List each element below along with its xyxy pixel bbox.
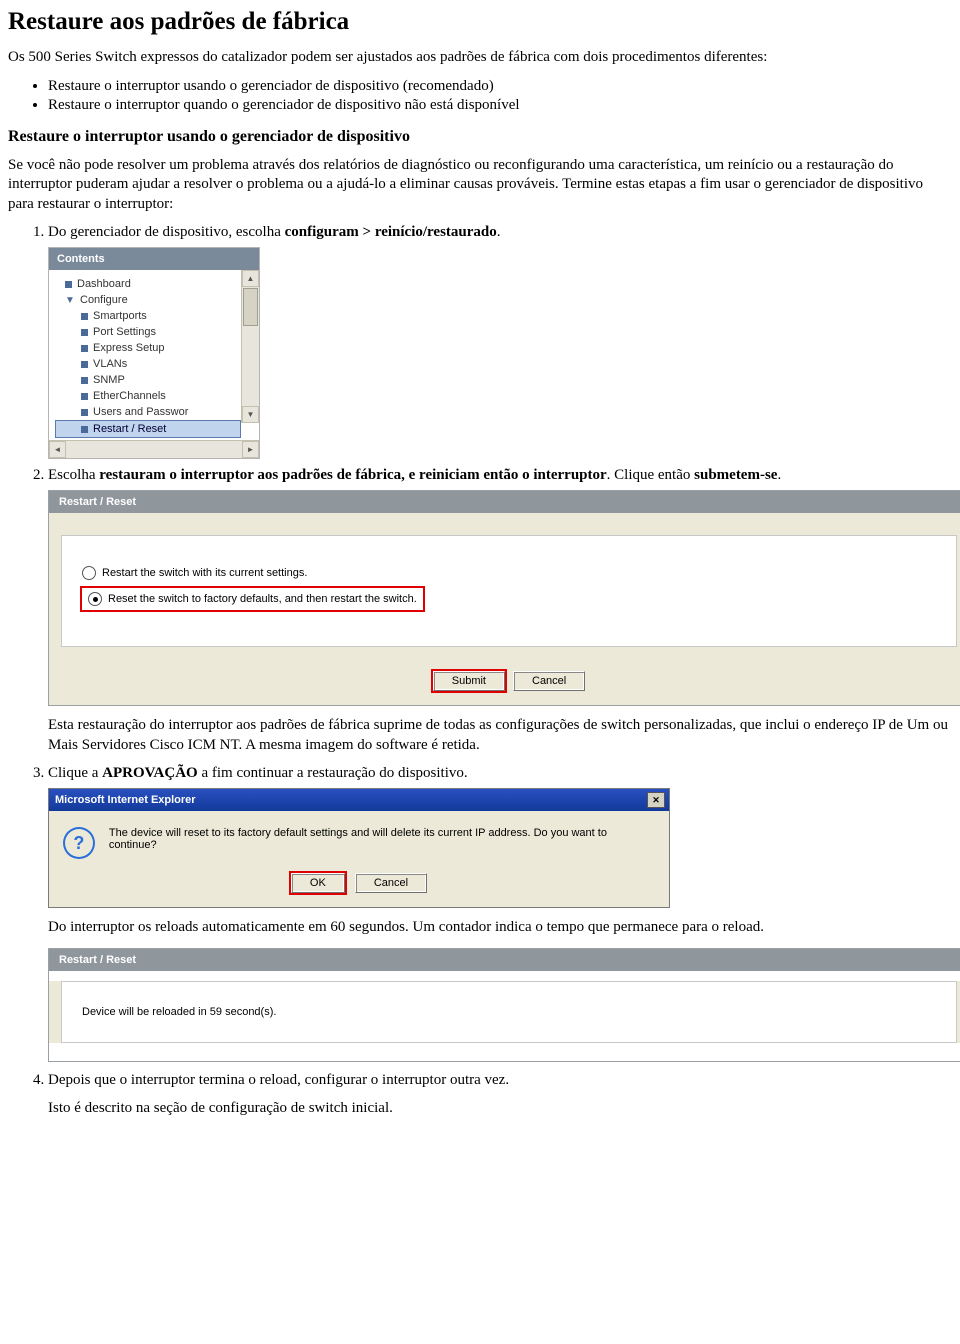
step-note: Esta restauração do interruptor aos padr… <box>48 716 952 755</box>
tree-item-vlans[interactable]: VLANs <box>55 356 241 372</box>
steps-list: Do gerenciador de dispositivo, escolha c… <box>8 224 952 1118</box>
panel-body: Restart the switch with its current sett… <box>49 513 960 705</box>
tree-item-smartports[interactable]: Smartports <box>55 308 241 324</box>
procedure-list: Restaure o interruptor usando o gerencia… <box>8 78 952 114</box>
contents-title: Contents <box>57 253 105 265</box>
step-bold: APROVAÇÃO <box>102 765 198 781</box>
tree-label: VLANs <box>93 358 127 370</box>
bullet-icon <box>81 361 88 368</box>
tree-label: Restart / Reset <box>93 423 166 435</box>
tree-item-snmp[interactable]: SNMP <box>55 372 241 388</box>
bullet-icon <box>81 426 88 433</box>
step-note: Isto é descrito na seção de configuração… <box>48 1099 952 1119</box>
step-bold: submetem-se <box>694 467 777 483</box>
ok-button[interactable]: OK <box>291 873 345 893</box>
option-label: Restart the switch with its current sett… <box>102 567 307 579</box>
tree-item-configure[interactable]: ▼ Configure <box>55 292 241 308</box>
bullet-icon <box>81 393 88 400</box>
step-text: . <box>777 467 781 483</box>
section-paragraph: Se você não pode resolver um problema at… <box>8 156 952 215</box>
tree-label: Configure <box>80 294 128 306</box>
scroll-down-icon[interactable]: ▼ <box>242 406 259 423</box>
option-restart-current[interactable]: Restart the switch with its current sett… <box>82 566 936 580</box>
submit-button[interactable]: Submit <box>433 671 505 691</box>
step-bold: restauram o interruptor aos padrões de f… <box>99 467 606 483</box>
bullet-icon <box>81 313 88 320</box>
reload-countdown-panel: Restart / Reset Device will be reloaded … <box>48 948 960 1062</box>
bullet-icon <box>81 409 88 416</box>
panel-title: Restart / Reset <box>49 491 960 513</box>
step-text: . <box>497 224 501 240</box>
section-heading: Restaure o interruptor usando o gerencia… <box>8 128 952 146</box>
contents-panel: Contents ▲ ▼ Dashboard ▼ Configure Smartp… <box>48 247 260 459</box>
radio-dot-icon <box>93 597 98 602</box>
step-item: Do gerenciador de dispositivo, escolha c… <box>48 224 952 459</box>
scroll-thumb[interactable] <box>243 288 258 326</box>
step-text: Escolha <box>48 467 99 483</box>
tree-item-restart-reset[interactable]: Restart / Reset <box>55 420 241 438</box>
tree-label: Express Setup <box>93 342 165 354</box>
scroll-left-icon[interactable]: ◄ <box>49 441 66 458</box>
tree-item-users-passwords[interactable]: Users and Passwor <box>55 404 241 420</box>
tree-label: Smartports <box>93 310 147 322</box>
tree-item-express-setup[interactable]: Express Setup <box>55 340 241 356</box>
radio-icon[interactable] <box>82 566 96 580</box>
step-item: Escolha restauram o interruptor aos padr… <box>48 467 952 755</box>
expand-icon[interactable]: ▼ <box>65 295 75 306</box>
dialog-titlebar: Microsoft Internet Explorer ✕ <box>49 789 669 811</box>
dialog-title: Microsoft Internet Explorer <box>55 794 196 806</box>
reload-message: Device will be reloaded in 59 second(s). <box>82 1006 276 1018</box>
dialog-body: ? The device will reset to its factory d… <box>49 811 669 873</box>
panel-title: Restart / Reset <box>49 949 960 971</box>
tree-label: SNMP <box>93 374 125 386</box>
reload-message-box: Device will be reloaded in 59 second(s). <box>61 981 957 1043</box>
radio-icon[interactable] <box>88 592 102 606</box>
tree-label: Users and Passwor <box>93 406 188 418</box>
tree-label: Port Settings <box>93 326 156 338</box>
step-text: a fim continuar a restauração do disposi… <box>198 765 468 781</box>
options-box: Restart the switch with its current sett… <box>61 535 957 647</box>
scrollbar-horizontal[interactable]: ◄ ► <box>49 440 259 458</box>
bullet-icon <box>65 281 72 288</box>
step-bold: configuram > reinício/restaurado <box>285 224 497 240</box>
option-reset-factory[interactable]: Reset the switch to factory defaults, an… <box>82 588 936 610</box>
scroll-up-icon[interactable]: ▲ <box>242 270 259 287</box>
bullet-icon <box>81 329 88 336</box>
scroll-right-icon[interactable]: ► <box>242 441 259 458</box>
scrollbar-vertical[interactable]: ▲ ▼ <box>241 270 259 423</box>
contents-header: Contents <box>49 248 259 270</box>
page-title: Restaure aos padrões de fábrica <box>8 8 952 36</box>
cancel-button[interactable]: Cancel <box>513 671 585 691</box>
step-text: Do gerenciador de dispositivo, escolha <box>48 224 285 240</box>
tree-item-port-settings[interactable]: Port Settings <box>55 324 241 340</box>
bullet-icon <box>81 345 88 352</box>
step-item: Depois que o interruptor termina o reloa… <box>48 1072 952 1119</box>
tree-label: EtherChannels <box>93 390 166 402</box>
close-icon[interactable]: ✕ <box>647 792 665 808</box>
dialog-button-row: OK Cancel <box>49 873 669 907</box>
list-item: Restaure o interruptor usando o gerencia… <box>48 78 952 95</box>
selected-highlight: Reset the switch to factory defaults, an… <box>82 588 423 610</box>
step-note: Do interruptor os reloads automaticament… <box>48 918 952 938</box>
question-icon: ? <box>63 827 95 859</box>
contents-tree: ▲ ▼ Dashboard ▼ Configure Smartports Port… <box>49 270 259 440</box>
intro-paragraph: Os 500 Series Switch expressos do catali… <box>8 48 952 68</box>
step-text: Depois que o interruptor termina o reloa… <box>48 1072 509 1088</box>
list-item: Restaure o interruptor quando o gerencia… <box>48 97 952 114</box>
tree-item-etherchannels[interactable]: EtherChannels <box>55 388 241 404</box>
option-label: Reset the switch to factory defaults, an… <box>108 593 417 605</box>
step-text: Clique a <box>48 765 102 781</box>
step-text: . Clique então <box>607 467 694 483</box>
restart-reset-panel: Restart / Reset Restart the switch with … <box>48 490 960 706</box>
cancel-button[interactable]: Cancel <box>355 873 427 893</box>
ie-confirm-dialog: Microsoft Internet Explorer ✕ ? The devi… <box>48 788 670 908</box>
step-item: Clique a APROVAÇÃO a fim continuar a res… <box>48 765 952 1062</box>
tree-item-dashboard[interactable]: Dashboard <box>55 276 241 292</box>
button-row: Submit Cancel <box>61 671 957 691</box>
bullet-icon <box>81 377 88 384</box>
tree-label: Dashboard <box>77 278 131 290</box>
dialog-message: The device will reset to its factory def… <box>109 827 655 851</box>
